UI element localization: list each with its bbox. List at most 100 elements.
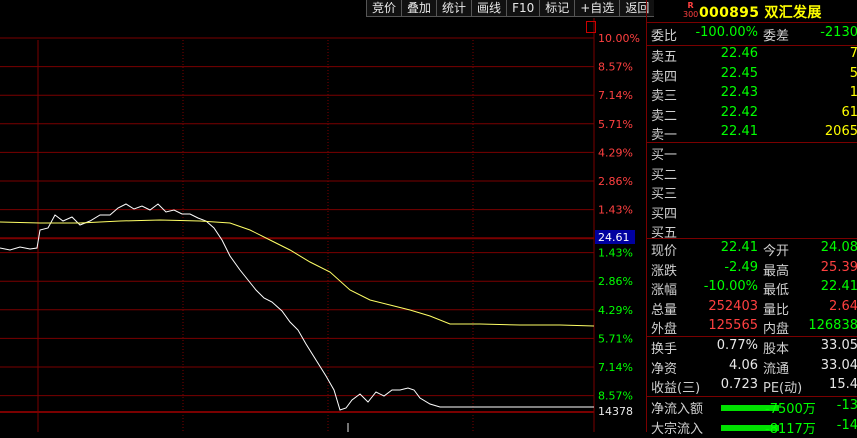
ask-price: 22.45 <box>720 65 758 81</box>
quote-panel: R 300 000895 双汇发展 委比 -100.00% 委差 -2130 卖… <box>646 0 857 437</box>
overlay-button[interactable]: 叠加 <box>401 0 437 17</box>
quote-value-2: 126838 <box>808 318 857 334</box>
pct-down-label: 8.57% <box>598 390 633 403</box>
pct-up-label: 5.71% <box>598 118 633 131</box>
quote-value: -10.00% <box>703 279 758 295</box>
mark-button[interactable]: 标记 <box>539 0 575 17</box>
fund-label: 收益(三) <box>651 381 701 397</box>
volume-marker: 14378 <box>598 405 633 418</box>
quote-row: 总量 252403 量比 2.64 <box>647 299 857 319</box>
quote-label: 总量 <box>651 302 678 318</box>
pct-down-label: 7.14% <box>598 361 633 374</box>
price-line <box>0 203 594 411</box>
bid-label: 买二 <box>651 167 678 183</box>
quote-value: 125565 <box>708 318 758 334</box>
bid-row: 买三 <box>647 183 857 203</box>
tag-r: R <box>687 1 694 10</box>
auction-button[interactable]: 竞价 <box>366 0 402 17</box>
add-watchlist-button[interactable]: +自选 <box>574 0 620 17</box>
statistics-button[interactable]: 统计 <box>436 0 472 17</box>
pct-down-label: 2.86% <box>598 275 633 288</box>
quote-label-2: 内盘 <box>763 322 790 338</box>
flow-value: -8117万 <box>765 421 816 437</box>
price-marker: 24.61 <box>598 231 630 244</box>
pct-down-label: 1.43% <box>598 247 633 260</box>
fund-value-2: 33.04 <box>820 357 857 373</box>
ask-label: 卖四 <box>651 69 678 85</box>
fund-value: 0.77% <box>716 338 758 353</box>
quote-value: -2.49 <box>724 259 758 275</box>
quote-row: 涨跌 -2.49 最高 25.39 <box>647 260 857 280</box>
ask-volume: 5 <box>849 65 857 81</box>
pct-up-label: 4.29% <box>598 146 633 159</box>
intraday-chart[interactable]: 10.00%8.57%7.14%5.71%4.29%2.86%1.43%0.00… <box>0 18 645 432</box>
chart-options-icon[interactable] <box>586 21 596 33</box>
exchange-tag: R 300 <box>683 1 698 19</box>
flow-extra: -14 <box>836 417 857 433</box>
quote-value-2: 2.64 <box>829 298 857 314</box>
fund-row: 收益(三) 0.723 PE(动) 15.4 <box>647 377 857 397</box>
pct-up-label: 8.57% <box>598 61 633 74</box>
weicha-label: 委差 <box>763 29 790 44</box>
ask-label: 卖五 <box>651 50 678 65</box>
fund-value: 4.06 <box>729 357 758 373</box>
stock-code-name: 000895 双汇发展 <box>699 5 822 21</box>
fund-label-2: 流通 <box>763 361 790 377</box>
bid-label: 买四 <box>651 206 678 222</box>
fund-value: 0.723 <box>720 377 758 393</box>
panel-divider <box>647 142 857 143</box>
pct-down-label: 5.71% <box>598 332 633 345</box>
quote-label-2: 最低 <box>763 283 790 299</box>
quote-label: 涨幅 <box>651 283 678 299</box>
panel-divider <box>647 238 857 239</box>
fund-label: 换手 <box>651 342 678 357</box>
quote-label-2: 今开 <box>763 244 790 259</box>
pct-up-label: 1.43% <box>598 204 633 217</box>
fund-row: 净资 4.06 流通 33.04 <box>647 358 857 378</box>
panel-divider <box>647 336 857 337</box>
ask-price: 22.41 <box>720 124 758 140</box>
ask-volume: 61 <box>841 104 857 120</box>
quote-label: 涨跌 <box>651 263 678 279</box>
fund-label-2: 股本 <box>763 342 790 357</box>
quote-value-2: 25.39 <box>820 259 857 275</box>
weicha-value: -2130 <box>820 25 857 40</box>
draw-line-button[interactable]: 画线 <box>471 0 507 17</box>
fund-row: 换手 0.77% 股本 33.05 <box>647 338 857 358</box>
pct-up-label: 2.86% <box>598 175 633 188</box>
bid-row: 买二 <box>647 164 857 184</box>
ask-volume: 2065 <box>824 124 857 140</box>
f10-button[interactable]: F10 <box>506 0 540 17</box>
ask-label: 卖三 <box>651 89 678 105</box>
bid-label: 买一 <box>651 148 678 163</box>
ask-price: 22.42 <box>720 104 758 120</box>
ask-row: 卖三 22.43 1 <box>647 85 857 105</box>
weibi-label: 委比 <box>651 29 678 44</box>
quote-label-2: 量比 <box>763 302 790 318</box>
quote-label: 现价 <box>651 244 678 259</box>
weibi-row: 委比 -100.00% 委差 -2130 <box>647 23 857 46</box>
weibi-value: -100.00% <box>695 25 758 40</box>
fund-label: 净资 <box>651 361 678 377</box>
toolbar: 竞价 叠加 统计 画线 F10 标记 +自选 返回 <box>366 0 655 17</box>
flow-label: 净流入额 <box>651 402 704 417</box>
panel-divider <box>647 396 857 397</box>
quote-value-2: 24.08 <box>820 240 857 255</box>
flow-label: 大宗流入 <box>651 421 704 437</box>
bid-row: 买一 <box>647 144 857 164</box>
quote-value: 252403 <box>708 298 758 314</box>
fund-value-2: 33.05 <box>820 338 857 353</box>
flow-extra: -13 <box>836 398 857 413</box>
bid-label: 买三 <box>651 187 678 203</box>
pct-up-label: 7.14% <box>598 89 633 102</box>
quote-value-2: 22.41 <box>820 279 857 295</box>
quote-row: 现价 22.41 今开 24.08 <box>647 240 857 260</box>
pct-down-label: 4.29% <box>598 304 633 317</box>
fund-label-2: PE(动) <box>763 381 803 397</box>
quote-label: 外盘 <box>651 322 678 338</box>
order-book: 卖五 22.46 7 卖四 22.45 5 卖三 22.43 1 卖二 22.42 61 卖一 22.41… <box>647 46 857 437</box>
ask-price: 22.46 <box>720 46 758 61</box>
stock-header: R 300 000895 双汇发展 <box>647 0 857 23</box>
fund-value-2: 15.4 <box>829 377 857 393</box>
ask-row: 卖二 22.42 61 <box>647 105 857 125</box>
